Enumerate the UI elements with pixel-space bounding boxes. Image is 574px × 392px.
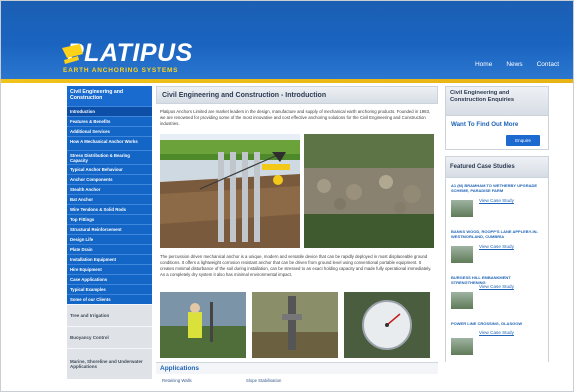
sidebar-item-design-life[interactable]: Design Life — [67, 234, 152, 244]
application-link[interactable]: Retaining Walls — [162, 378, 192, 383]
sidebar-item-bat-anchor[interactable]: Bat Anchor — [67, 194, 152, 204]
description-paragraph: The percussion driven mechanical anchor … — [160, 254, 432, 277]
enquiries-box: Want To Find Out More Enquire — [445, 116, 549, 150]
logo-wordmark: PLATIPUS — [67, 39, 193, 67]
case-study-thumbnail[interactable] — [451, 292, 473, 309]
case-study-title[interactable]: A1 (M) BRAMHAM TO WETHERBY UPGRADE SCHEM… — [451, 183, 545, 193]
view-case-study-link[interactable]: View Case Study — [479, 330, 514, 335]
sidebar-item-how-it-works[interactable]: How A Mechanical Anchor Works — [67, 136, 152, 150]
sidebar-item-anchor-behaviour[interactable]: Typical Anchor Behaviour — [67, 164, 152, 174]
case-study-thumbnail[interactable] — [451, 338, 473, 355]
sidebar-item-installation-equipment[interactable]: Installation Equipment — [67, 254, 152, 264]
sidebar-item-features[interactable]: Features & Benefits — [67, 116, 152, 126]
sidebar-item-anchor-components[interactable]: Anchor Components — [67, 174, 152, 184]
case-study-item: A1 (M) BRAMHAM TO WETHERBY UPGRADE SCHEM… — [445, 178, 549, 224]
anchor-illustration — [160, 134, 300, 248]
application-link[interactable]: Slope Stabilisation — [246, 378, 281, 383]
pressure-gauge-photo — [344, 292, 430, 358]
sidebar-item-case-applications[interactable]: Case Applications — [67, 274, 152, 284]
case-study-item: POWER LINE CROSSING, GLASGOW View Case S… — [445, 316, 549, 362]
nav-home-link[interactable]: Home — [475, 61, 492, 68]
sidebar-item-plate-drain[interactable]: Plate Drain — [67, 244, 152, 254]
logo-tagline: EARTH ANCHORING SYSTEMS — [63, 67, 179, 74]
nav-contact-link[interactable]: Contact — [537, 61, 559, 68]
intro-paragraph: Platipus Anchors Limited are market lead… — [160, 109, 431, 126]
enquiries-heading: Civil Engineering and Construction Enqui… — [445, 86, 549, 116]
logo-mark-icon — [62, 44, 83, 64]
sidebar-item-buoyancy-control[interactable]: Buoyancy Control — [67, 326, 152, 348]
hero-images — [156, 134, 438, 250]
sidebar-item-introduction[interactable]: Introduction — [67, 106, 152, 116]
view-case-study-link[interactable]: View Case Study — [479, 284, 514, 289]
nav-news-link[interactable]: News — [506, 61, 522, 68]
case-study-thumbnail[interactable] — [451, 246, 473, 263]
sidebar-item-additional-services[interactable]: Additional Services — [67, 126, 152, 136]
top-navigation: Home News Contact — [475, 61, 559, 68]
sidebar-item-wire-tendons[interactable]: Wire Tendons & Solid Rods — [67, 204, 152, 214]
sidebar-item-tree-irrigation[interactable]: Tree and Irrigation — [67, 304, 152, 326]
featured-case-studies-heading: Featured Case Studies — [445, 156, 549, 178]
site-header: PLATIPUS EARTH ANCHORING SYSTEMS Home Ne… — [1, 1, 573, 79]
page-title: Civil Engineering and Construction - Int… — [156, 86, 438, 104]
platipus-logo[interactable]: PLATIPUS EARTH ANCHORING SYSTEMS — [62, 39, 193, 75]
case-study-title[interactable]: POWER LINE CROSSING, GLASGOW — [451, 321, 545, 326]
sidebar-item-stealth-anchor[interactable]: Stealth Anchor — [67, 184, 152, 194]
sidebar-nav: Civil Engineering and Construction Intro… — [67, 86, 152, 379]
sidebar-item-clients[interactable]: Some of our Clients — [67, 294, 152, 304]
enquire-button[interactable]: Enquire — [506, 135, 540, 146]
case-study-title[interactable]: BANKS WOOD, ROOPP'S LANE APPLEBY-IN-WEST… — [451, 229, 545, 239]
worker-photo — [160, 292, 246, 358]
case-study-item: BANKS WOOD, ROOPP'S LANE APPLEBY-IN-WEST… — [445, 224, 549, 270]
sidebar-item-typical-examples[interactable]: Typical Examples — [67, 284, 152, 294]
case-study-thumbnail[interactable] — [451, 200, 473, 217]
main-content: Civil Engineering and Construction - Int… — [156, 86, 438, 392]
rock-wall-photo — [304, 134, 434, 248]
sidebar-item-marine[interactable]: Marine, Shoreline and Underwater Applica… — [67, 348, 152, 379]
header-accent-strip — [1, 79, 573, 83]
sidebar-item-top-fittings[interactable]: Top Fittings — [67, 214, 152, 224]
case-study-item: BURGESS HILL EMBANKMENT STRENGTHENING Vi… — [445, 270, 549, 316]
applications-list: Retaining Walls Slope Stabilisation — [156, 374, 438, 392]
sidebar-section-header[interactable]: Civil Engineering and Construction — [67, 86, 152, 106]
driving-rod-photo — [252, 292, 338, 358]
applications-heading: Applications — [156, 362, 438, 374]
photo-gallery — [156, 290, 438, 360]
sidebar-item-structural-reinforcement[interactable]: Structural Reinforcement — [67, 224, 152, 234]
right-column: Civil Engineering and Construction Enqui… — [445, 86, 549, 362]
sidebar-item-stress-distribution[interactable]: Stress Distribution & Bearing Capacity — [67, 150, 152, 164]
sidebar-item-hire-equipment[interactable]: Hire Equipment — [67, 264, 152, 274]
view-case-study-link[interactable]: View Case Study — [479, 198, 514, 203]
view-case-study-link[interactable]: View Case Study — [479, 244, 514, 249]
find-out-more-label: Want To Find Out More — [451, 121, 519, 128]
